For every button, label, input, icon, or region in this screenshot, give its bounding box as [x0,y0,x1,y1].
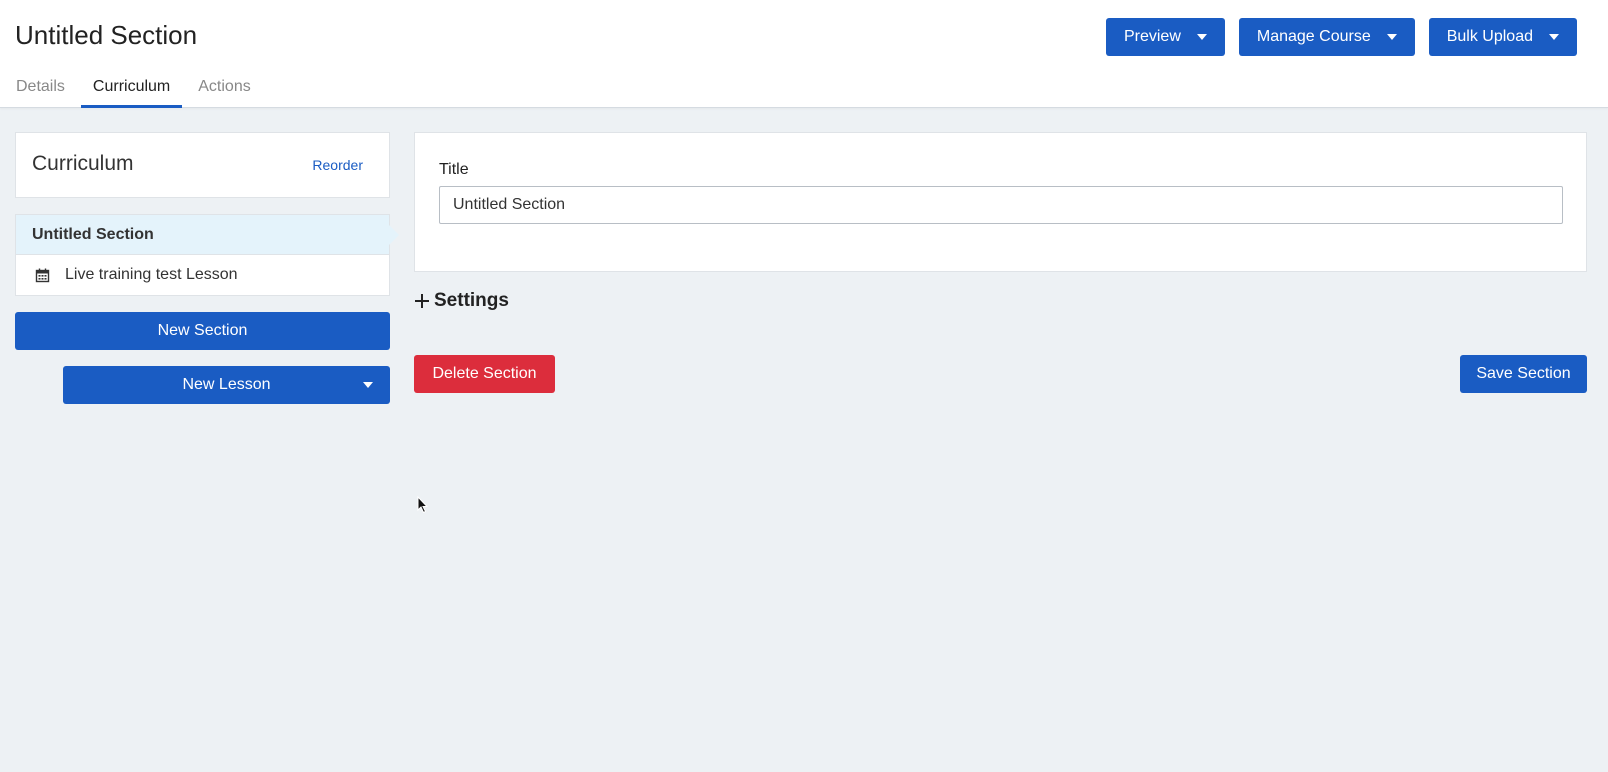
calendar-icon [35,268,50,283]
save-section-button-label: Save Section [1476,365,1571,382]
lesson-title: Live training test Lesson [65,266,238,283]
curriculum-title: Curriculum [32,152,134,175]
caret-down-icon [1549,34,1559,40]
reorder-link[interactable]: Reorder [312,157,363,173]
section-list: Untitled Section Live training test Less… [15,214,399,296]
delete-section-button[interactable]: Delete Section [414,355,555,393]
page-title: Untitled Section [15,20,198,50]
title-field-label: Title [439,161,469,178]
tab-details[interactable]: Details [4,72,77,108]
new-section-button[interactable]: New Section [15,312,390,350]
section-item[interactable]: Untitled Section [16,215,399,255]
manage-course-button-label: Manage Course [1256,28,1371,45]
caret-down-icon [1386,34,1397,40]
new-lesson-button-label: New Lesson [182,376,271,393]
settings-toggle[interactable]: Settings [414,290,509,312]
plus-icon [414,293,430,309]
curriculum-header-card: Curriculum Reorder [15,132,390,198]
tab-bar: Details Curriculum Actions [0,72,263,108]
section-editor-card: Title [414,132,1587,272]
preview-button-label: Preview [1123,28,1181,45]
tab-actions[interactable]: Actions [186,72,262,108]
save-section-button[interactable]: Save Section [1460,355,1587,393]
page-header: Untitled Section Preview Manage Course B… [0,0,1608,108]
title-input[interactable] [439,186,1563,224]
settings-label: Settings [434,290,509,311]
header-actions: Preview Manage Course Bulk Upload [1105,18,1577,56]
mouse-cursor-icon [417,495,429,514]
delete-section-button-label: Delete Section [432,365,537,382]
caret-down-icon [1196,34,1207,40]
new-section-button-label: New Section [157,322,248,339]
manage-course-button[interactable]: Manage Course [1238,18,1415,56]
preview-button[interactable]: Preview [1105,18,1225,56]
new-lesson-button[interactable]: New Lesson [63,366,390,404]
lesson-item[interactable]: Live training test Lesson [16,255,389,295]
bulk-upload-button-label: Bulk Upload [1446,28,1533,45]
bulk-upload-button[interactable]: Bulk Upload [1428,18,1577,56]
tab-curriculum[interactable]: Curriculum [80,72,183,108]
caret-down-icon[interactable] [363,382,373,388]
